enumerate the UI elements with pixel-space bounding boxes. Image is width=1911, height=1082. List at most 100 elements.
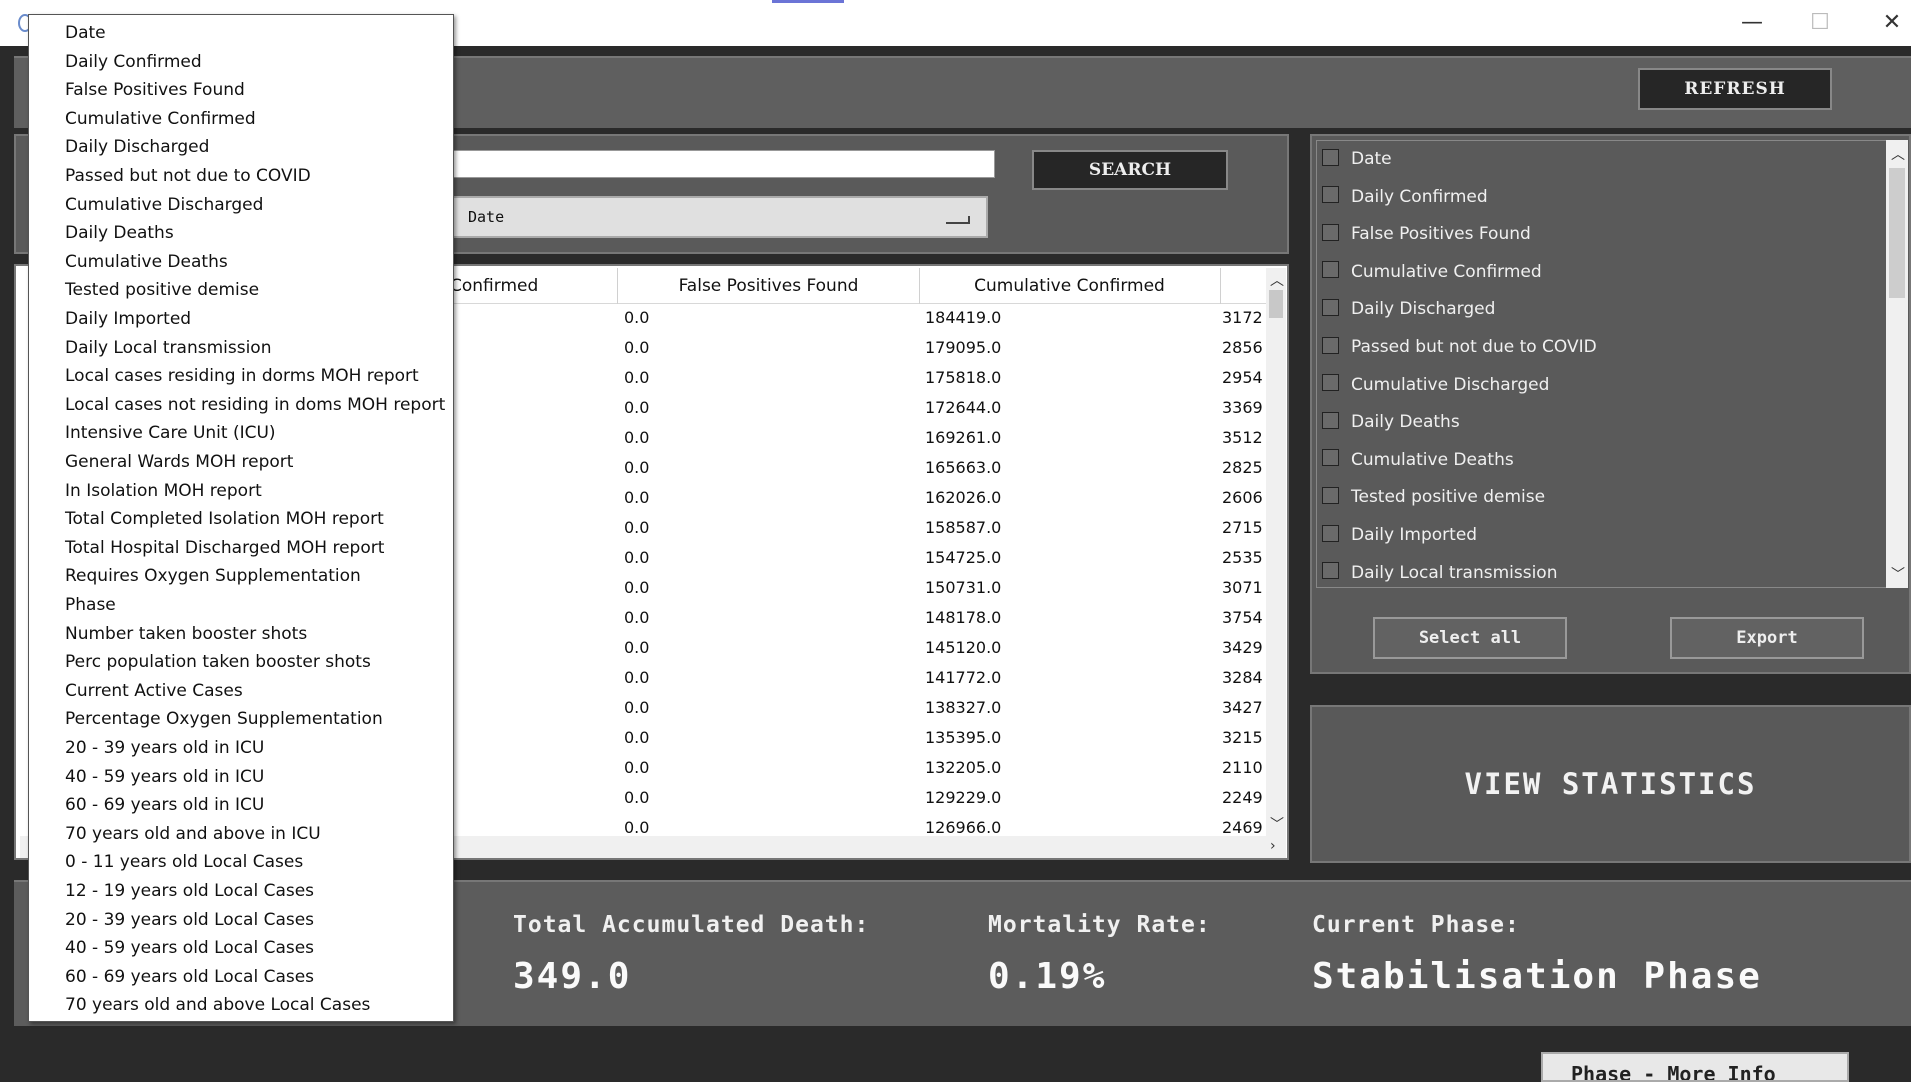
death-label: Total Accumulated Death: bbox=[513, 912, 870, 938]
checkbox-icon[interactable] bbox=[1322, 261, 1339, 279]
dropdown-option[interactable]: Cumulative Deaths bbox=[65, 248, 228, 276]
dropdown-option[interactable]: Local cases not residing in doms MOH rep… bbox=[65, 391, 445, 419]
scroll-thumb[interactable] bbox=[1269, 290, 1283, 318]
dropdown-option[interactable]: 70 years old and above Local Cases bbox=[65, 991, 370, 1019]
scroll-right-icon[interactable]: › bbox=[1270, 838, 1276, 854]
cell-next-column: 2249 bbox=[1222, 788, 1263, 807]
maximize-button[interactable]: ☐ bbox=[1800, 8, 1840, 38]
dropdown-option[interactable]: 20 - 39 years old Local Cases bbox=[65, 906, 314, 934]
dropdown-option[interactable]: Date bbox=[65, 19, 106, 47]
dropdown-option[interactable]: Phase bbox=[65, 591, 116, 619]
checklist-item[interactable]: False Positives Found bbox=[1322, 219, 1531, 249]
checklist-item-label: Date bbox=[1351, 149, 1392, 169]
checkbox-icon[interactable] bbox=[1322, 298, 1339, 316]
cell-cumulative-confirmed: 132205.0 bbox=[925, 758, 1002, 777]
column-header-false-positives[interactable]: False Positives Found bbox=[618, 268, 920, 304]
dropdown-option[interactable]: Tested positive demise bbox=[65, 276, 259, 304]
cell-false-positives: 0.0 bbox=[624, 308, 650, 327]
dropdown-option[interactable]: In Isolation MOH report bbox=[65, 477, 262, 505]
checkbox-icon[interactable] bbox=[1322, 186, 1339, 204]
cell-cumulative-confirmed: 165663.0 bbox=[925, 458, 1002, 477]
dropdown-option[interactable]: 60 - 69 years old in ICU bbox=[65, 791, 264, 819]
dropdown-option[interactable]: Cumulative Discharged bbox=[65, 191, 263, 219]
scroll-up-icon[interactable]: ︿ bbox=[1891, 144, 1905, 164]
dropdown-option[interactable]: Daily Imported bbox=[65, 305, 191, 333]
checklist-item[interactable]: Daily Confirmed bbox=[1322, 182, 1488, 212]
checkbox-icon[interactable] bbox=[1322, 486, 1339, 504]
checklist-item-label: False Positives Found bbox=[1351, 224, 1531, 245]
checklist-item-label: Daily Deaths bbox=[1351, 412, 1460, 433]
checklist-item[interactable]: Daily Local transmission bbox=[1322, 558, 1557, 588]
dropdown-option[interactable]: 12 - 19 years old Local Cases bbox=[65, 877, 314, 905]
checklist-item-label: Cumulative Confirmed bbox=[1351, 261, 1542, 282]
search-input[interactable] bbox=[440, 150, 995, 178]
minimize-button[interactable]: — bbox=[1732, 8, 1772, 38]
select-all-button[interactable]: Select all bbox=[1373, 617, 1567, 659]
cell-next-column: 3429 bbox=[1222, 638, 1263, 657]
cell-cumulative-confirmed: 150731.0 bbox=[925, 578, 1002, 597]
checklist-scrollbar[interactable]: ︿ ﹀ bbox=[1886, 140, 1908, 588]
dropdown-option[interactable]: Requires Oxygen Supplementation bbox=[65, 562, 361, 590]
dropdown-option[interactable]: Intensive Care Unit (ICU) bbox=[65, 419, 276, 447]
scroll-down-icon[interactable]: ﹀ bbox=[1891, 564, 1905, 584]
dropdown-option[interactable]: Cumulative Confirmed bbox=[65, 105, 256, 133]
checklist-item[interactable]: Cumulative Discharged bbox=[1322, 370, 1549, 400]
export-button[interactable]: Export bbox=[1670, 617, 1864, 659]
checklist-item[interactable]: Cumulative Confirmed bbox=[1322, 257, 1542, 287]
cell-next-column: 3071 bbox=[1222, 578, 1263, 597]
scroll-up-icon[interactable]: ︿ bbox=[1270, 270, 1284, 290]
checklist-item[interactable]: Cumulative Deaths bbox=[1322, 445, 1514, 475]
dropdown-option[interactable]: Daily Confirmed bbox=[65, 48, 202, 76]
dropdown-option[interactable]: 20 - 39 years old in ICU bbox=[65, 734, 264, 762]
refresh-button[interactable]: REFRESH bbox=[1638, 68, 1832, 110]
checkbox-icon[interactable] bbox=[1322, 374, 1339, 392]
cell-cumulative-confirmed: 169261.0 bbox=[925, 428, 1002, 447]
dropdown-option[interactable]: 40 - 59 years old in ICU bbox=[65, 763, 264, 791]
checkbox-icon[interactable] bbox=[1322, 223, 1339, 241]
search-button[interactable]: SEARCH bbox=[1032, 150, 1228, 190]
phase-more-info-button[interactable]: Phase - More Info bbox=[1541, 1052, 1849, 1082]
column-select[interactable]: Date bbox=[440, 196, 988, 238]
dropdown-option[interactable]: Daily Deaths bbox=[65, 219, 174, 247]
dropdown-option[interactable]: 70 years old and above in ICU bbox=[65, 820, 321, 848]
checkbox-icon[interactable] bbox=[1322, 562, 1339, 580]
dropdown-option[interactable]: 0 - 11 years old Local Cases bbox=[65, 848, 303, 876]
scroll-down-icon[interactable]: ﹀ bbox=[1270, 814, 1284, 834]
checklist-item[interactable]: Daily Discharged bbox=[1322, 294, 1495, 324]
dropdown-option[interactable]: Number taken booster shots bbox=[65, 620, 307, 648]
close-button[interactable]: ✕ bbox=[1872, 8, 1911, 38]
checklist-item-label: Cumulative Discharged bbox=[1351, 374, 1550, 395]
column-header-confirmed[interactable]: Confirmed bbox=[440, 268, 618, 304]
checklist-item[interactable]: Tested positive demise bbox=[1322, 482, 1545, 512]
dropdown-option[interactable]: Percentage Oxygen Supplementation bbox=[65, 705, 383, 733]
dropdown-option[interactable]: False Positives Found bbox=[65, 76, 245, 104]
dropdown-option[interactable]: Daily Discharged bbox=[65, 133, 209, 161]
checklist-item[interactable]: Date bbox=[1322, 144, 1392, 174]
checklist-item[interactable]: Daily Imported bbox=[1322, 520, 1477, 550]
checklist-item[interactable]: Passed but not due to COVID bbox=[1322, 332, 1597, 362]
checkbox-icon[interactable] bbox=[1322, 449, 1339, 467]
cell-false-positives: 0.0 bbox=[624, 398, 650, 417]
checklist-item-label: Cumulative Deaths bbox=[1351, 449, 1514, 470]
dropdown-option[interactable]: Total Hospital Discharged MOH report bbox=[65, 534, 384, 562]
scroll-thumb[interactable] bbox=[1889, 168, 1905, 298]
checkbox-icon[interactable] bbox=[1322, 336, 1339, 354]
phase-value: Stabilisation Phase bbox=[1312, 956, 1762, 997]
dropdown-option[interactable]: Current Active Cases bbox=[65, 677, 243, 705]
checkbox-icon[interactable] bbox=[1322, 411, 1339, 429]
dropdown-option[interactable]: Passed but not due to COVID bbox=[65, 162, 311, 190]
dropdown-option[interactable]: Total Completed Isolation MOH report bbox=[65, 505, 384, 533]
checkbox-icon[interactable] bbox=[1322, 148, 1339, 166]
checklist-item[interactable]: Daily Deaths bbox=[1322, 407, 1460, 437]
dropdown-option[interactable]: Perc population taken booster shots bbox=[65, 648, 371, 676]
column-header-cumulative-confirmed[interactable]: Cumulative Confirmed bbox=[919, 268, 1221, 304]
view-statistics-button[interactable]: VIEW STATISTICS bbox=[1310, 705, 1911, 863]
cell-next-column: 2856 bbox=[1222, 338, 1263, 357]
dropdown-option[interactable]: 60 - 69 years old Local Cases bbox=[65, 963, 314, 991]
dropdown-option[interactable]: General Wards MOH report bbox=[65, 448, 293, 476]
table-vertical-scrollbar[interactable]: ︿ ﹀ bbox=[1266, 268, 1286, 836]
checkbox-icon[interactable] bbox=[1322, 524, 1339, 542]
dropdown-option[interactable]: Local cases residing in dorms MOH report bbox=[65, 362, 419, 390]
dropdown-option[interactable]: 40 - 59 years old Local Cases bbox=[65, 934, 314, 962]
dropdown-option[interactable]: Daily Local transmission bbox=[65, 334, 271, 362]
